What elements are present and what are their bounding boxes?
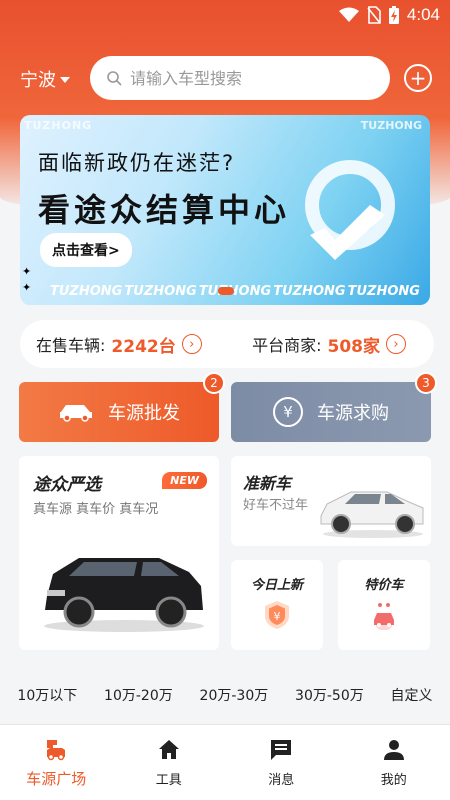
merchants-stat[interactable]: 平台商家: 508家 › [252, 332, 406, 357]
today-new-title: 今日上新 [250, 578, 303, 593]
no-sim-icon [367, 6, 381, 24]
sparkle-icon: ✦ [22, 281, 32, 294]
price-filter-item[interactable]: 自定义 [391, 685, 433, 705]
home-icon [158, 740, 179, 759]
car-market-icon [47, 740, 66, 761]
tab-label: 车源广场 [26, 770, 87, 788]
banner-watermark: TUZHONG [360, 119, 422, 132]
plus-icon: + [409, 66, 427, 90]
banner-watermark-row: TUZHONG TUZHONG TUZHONG TUZHONG TUZHONG [50, 284, 420, 299]
banner-title: 看途众结算中心 [38, 191, 291, 229]
yen-icon: ¥ [273, 397, 303, 427]
yen-shield-icon: ¥ [265, 601, 289, 629]
strict-title: 途众严选 [33, 475, 101, 495]
purchase-request-button[interactable]: ¥ 车源求购 3 [231, 372, 437, 442]
wholesale-badge: 2 [203, 372, 225, 394]
today-new-card[interactable]: 今日上新 ¥ [231, 560, 323, 650]
sedan-image [320, 491, 424, 538]
carousel-indicator [218, 287, 234, 295]
person-icon [383, 740, 404, 760]
merchants-label: 平台商家: [252, 336, 322, 355]
tab-label: 工具 [155, 773, 182, 788]
wholesale-button[interactable]: 车源批发 2 [19, 372, 225, 442]
bottom-tab-bar: 车源广场 工具 消息 我的 [0, 725, 450, 800]
message-icon [271, 740, 292, 760]
search-icon [107, 71, 122, 86]
top-bar: 宁波 + [0, 56, 450, 100]
on-sale-label: 在售车辆: [36, 336, 106, 355]
discount-car-icon [374, 603, 394, 630]
strict-subtitle: 真车源 真车价 真车况 [33, 502, 159, 517]
price-filter-item[interactable]: 10万-20万 [104, 685, 173, 705]
chevron-right-icon: › [181, 334, 202, 354]
search-input[interactable] [130, 68, 370, 88]
price-filter-row: 10万以下 10万-20万 20万-30万 30万-50万 自定义 [0, 685, 450, 705]
banner-watermark: TUZHONG [24, 119, 93, 132]
stats-bar: 在售车辆: 2242台 › 平台商家: 508家 › [20, 320, 434, 368]
merchants-value: 508家 [327, 336, 381, 357]
near-new-title: 准新车 [243, 474, 292, 493]
tab-profile[interactable]: 我的 [338, 725, 450, 800]
add-button[interactable]: + [404, 64, 432, 92]
tab-car-market[interactable]: 车源广场 [0, 725, 113, 800]
price-filter-item[interactable]: 20万-30万 [200, 685, 269, 705]
banner-watermark: TUZHONG [273, 284, 346, 299]
search-bar[interactable] [90, 56, 390, 100]
tab-tools[interactable]: 工具 [113, 725, 226, 800]
banner-watermark: TUZHONG [124, 284, 197, 299]
tab-messages[interactable]: 消息 [225, 725, 338, 800]
sparkle-icon: ✦ [22, 265, 32, 278]
banner-watermark: TUZHONG [347, 284, 420, 299]
wholesale-label: 车源批发 [108, 403, 180, 424]
tab-label: 消息 [268, 773, 295, 788]
new-badge: NEW [162, 472, 207, 489]
brand-logo-graphic [305, 160, 395, 260]
chevron-right-icon: › [386, 334, 406, 354]
purchase-label: 车源求购 [317, 403, 389, 424]
near-new-car-card[interactable]: 准新车 好车不过年 [231, 456, 431, 546]
status-time: 4:04 [406, 5, 440, 24]
city-selector[interactable]: 宁波 [20, 66, 70, 92]
price-filter-item[interactable]: 30万-50万 [295, 685, 364, 705]
wifi-icon [338, 7, 359, 22]
tab-label: 我的 [380, 773, 407, 788]
banner-headline: 面临新政仍在迷茫? [38, 151, 236, 175]
battery-charging-icon [388, 6, 399, 24]
price-filter-item[interactable]: 10万以下 [17, 685, 77, 705]
special-price-title: 特价车 [364, 578, 404, 593]
near-new-subtitle: 好车不过年 [243, 498, 309, 513]
on-sale-value: 2242台 [111, 336, 176, 357]
strict-selection-card[interactable]: 途众严选 NEW 真车源 真车价 真车况 [19, 456, 219, 650]
promo-banner[interactable]: TUZHONG TUZHONG 面临新政仍在迷茫? 看途众结算中心 点击查看> … [20, 115, 430, 305]
status-bar: 4:04 [0, 0, 450, 32]
purchase-badge: 3 [415, 372, 437, 394]
banner-watermark: TUZHONG [198, 284, 272, 299]
special-price-card[interactable]: 特价车 [338, 560, 430, 650]
city-label: 宁波 [20, 70, 56, 91]
caret-down-icon [60, 77, 70, 83]
on-sale-stat[interactable]: 在售车辆: 2242台 › [36, 332, 202, 357]
suv-image [44, 558, 204, 632]
svg-text:¥: ¥ [274, 610, 281, 623]
car-icon [60, 405, 92, 422]
banner-cta-button[interactable]: 点击查看> [40, 233, 132, 267]
banner-watermark: TUZHONG [50, 284, 123, 299]
